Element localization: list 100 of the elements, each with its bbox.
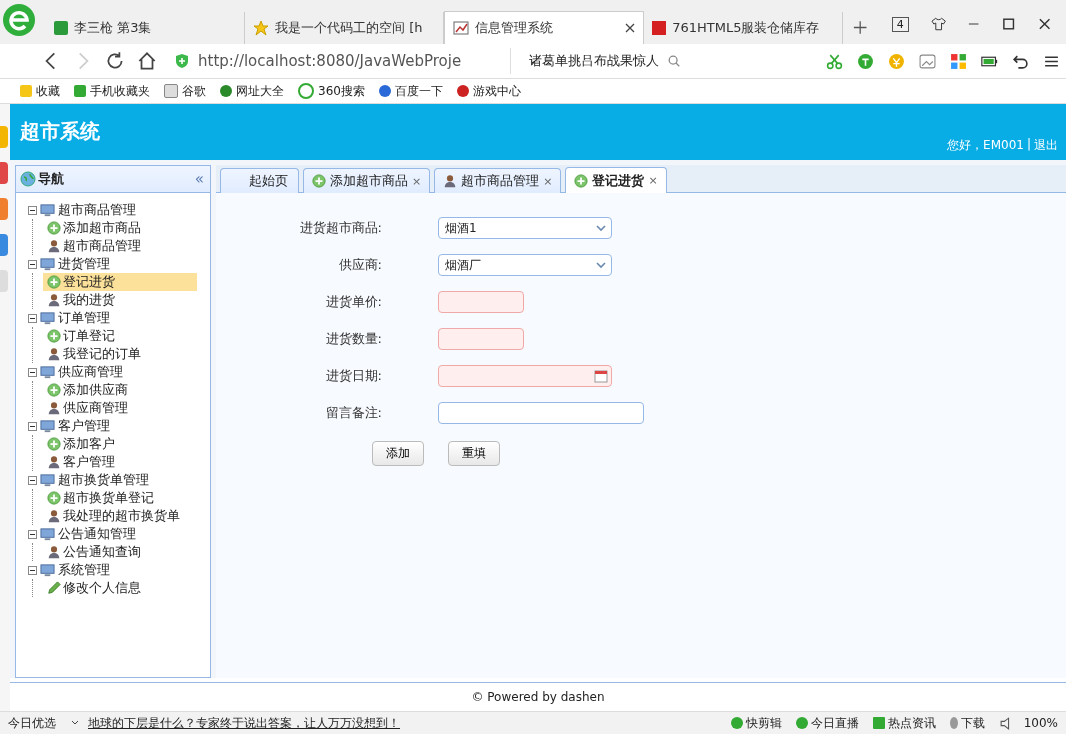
tree-item[interactable]: 订单登记	[43, 327, 197, 345]
translate-icon[interactable]	[857, 52, 874, 70]
bookmark-link[interactable]: 收藏	[20, 82, 60, 100]
tree-item[interactable]: 添加供应商	[43, 381, 197, 399]
bookmark-link[interactable]: 网址大全	[220, 82, 284, 100]
tree-item[interactable]: 我的进货	[43, 291, 197, 309]
zoom-level[interactable]: 100%	[1023, 716, 1058, 730]
browser-logo-icon[interactable]	[2, 3, 36, 37]
tree-group[interactable]: 订单管理	[28, 309, 210, 327]
monitor-icon	[40, 526, 55, 542]
input-field[interactable]	[438, 328, 524, 350]
bookmark-link[interactable]: 游戏中心	[456, 82, 521, 100]
apps-icon[interactable]	[950, 52, 967, 70]
expander-icon[interactable]	[28, 367, 37, 377]
tree-group[interactable]: 系统管理	[28, 561, 210, 579]
browser-tab[interactable]: 李三枪 第3集	[46, 12, 246, 44]
tree-item[interactable]: 供应商管理	[43, 399, 197, 417]
add-icon	[47, 329, 61, 343]
form-button[interactable]: 重填	[448, 441, 500, 466]
video-icon	[54, 21, 68, 35]
tree-group[interactable]: 超市商品管理	[28, 201, 210, 219]
maximize-icon[interactable]	[1001, 16, 1017, 32]
bookmark-link[interactable]: 谷歌	[164, 82, 206, 100]
search-field[interactable]: 诸葛单挑吕布战果惊人	[521, 52, 707, 70]
tree-item[interactable]: 超市换货单登记	[43, 489, 197, 507]
bookmark-link[interactable]: 百度一下	[378, 82, 443, 100]
scissors-icon[interactable]	[826, 52, 843, 70]
expander-icon[interactable]	[28, 313, 37, 323]
tree-item[interactable]: 超市商品管理	[43, 237, 197, 255]
home-icon[interactable]	[136, 50, 158, 72]
browser-tab[interactable]: 761HTML5服装仓储库存	[644, 12, 844, 44]
new-tab-icon[interactable]	[853, 20, 868, 35]
content-tab[interactable]: 超市商品管理 ×	[434, 168, 562, 193]
collapse-button[interactable]: «	[194, 170, 204, 188]
status-item[interactable]: 热点资讯	[872, 714, 936, 732]
tree-group[interactable]: 供应商管理	[28, 363, 210, 381]
status-item[interactable]: 快剪辑	[730, 714, 782, 732]
expander-icon[interactable]	[28, 529, 37, 539]
status-item[interactable]: 下载	[949, 714, 985, 732]
tree-group[interactable]: 客户管理	[28, 417, 210, 435]
bookmark-link[interactable]: 手机收藏夹	[74, 82, 150, 100]
expander-icon[interactable]	[28, 259, 37, 269]
monitor-icon	[40, 472, 55, 488]
person-icon	[47, 293, 61, 307]
tree-group[interactable]: 进货管理	[28, 255, 210, 273]
expander-icon[interactable]	[28, 421, 37, 431]
person-icon	[47, 239, 61, 253]
search-icon[interactable]	[667, 54, 681, 68]
expander-icon[interactable]	[28, 565, 37, 575]
panel-title: 导航	[38, 170, 64, 188]
tab-close-button[interactable]: ×	[412, 174, 422, 188]
bookmark-link[interactable]: 360搜索	[298, 82, 365, 100]
tree-item[interactable]: 客户管理	[43, 453, 197, 471]
tree-item[interactable]: 我处理的超市换货单	[43, 507, 197, 525]
tree-item[interactable]: 修改个人信息	[43, 579, 197, 597]
monitor-icon	[40, 256, 55, 272]
monitor-icon	[40, 364, 55, 380]
chart-icon	[453, 20, 470, 36]
tree-item[interactable]: 我登记的订单	[43, 345, 197, 363]
expander-icon[interactable]	[28, 475, 37, 485]
tree-group[interactable]: 超市换货单管理	[28, 471, 210, 489]
content-tab[interactable]: 登记进货 ×	[565, 167, 667, 193]
content-tab[interactable]: 起始页	[220, 168, 299, 193]
field-label: 供应商:	[338, 256, 382, 274]
tab-count[interactable]: 4	[891, 17, 909, 32]
close-icon[interactable]	[625, 23, 636, 33]
person-icon	[47, 545, 61, 559]
image-icon[interactable]	[919, 52, 936, 70]
browser-tab[interactable]: 信息管理系统	[444, 11, 645, 44]
tree-item[interactable]: 登记进货	[43, 273, 197, 291]
person-icon	[47, 509, 61, 523]
monitor-icon	[40, 418, 55, 434]
add-icon	[47, 221, 61, 235]
content-tab[interactable]: 添加超市商品 ×	[303, 168, 431, 193]
calendar-icon[interactable]	[593, 368, 609, 384]
pencil-icon	[47, 581, 61, 595]
status-item[interactable]: 今日直播	[795, 714, 859, 732]
star-icon	[253, 20, 270, 36]
person-icon	[47, 401, 61, 415]
input-field[interactable]	[438, 365, 612, 387]
tree-item[interactable]: 添加超市商品	[43, 219, 197, 237]
news-link[interactable]: 地球的下层是什么？专家终于说出答案，让人万万没想到！	[88, 714, 400, 732]
input-field[interactable]: 烟酒1	[438, 217, 612, 239]
input-field[interactable]	[438, 291, 524, 313]
tree-item[interactable]: 添加客户	[43, 435, 197, 453]
person-icon	[443, 174, 458, 188]
address-field[interactable]: http://localhost:8080/JavaWebProje	[168, 48, 511, 74]
status-label[interactable]: 今日优选	[8, 714, 56, 732]
input-field[interactable]: 烟酒厂	[438, 254, 612, 276]
expander-icon[interactable]	[28, 205, 37, 215]
tree-group[interactable]: 公告通知管理	[28, 525, 210, 543]
field-label: 进货日期:	[325, 367, 382, 385]
app-shortcut-icon[interactable]	[0, 162, 8, 184]
form-button[interactable]: 添加	[372, 441, 424, 466]
app-title: 超市系统	[20, 118, 100, 145]
tab-close-button[interactable]: ×	[543, 174, 553, 188]
shirt-icon[interactable]	[930, 16, 946, 32]
tree-item[interactable]: 公告通知查询	[43, 543, 197, 561]
tab-close-button[interactable]: ×	[648, 174, 658, 187]
input-field[interactable]	[438, 402, 644, 424]
